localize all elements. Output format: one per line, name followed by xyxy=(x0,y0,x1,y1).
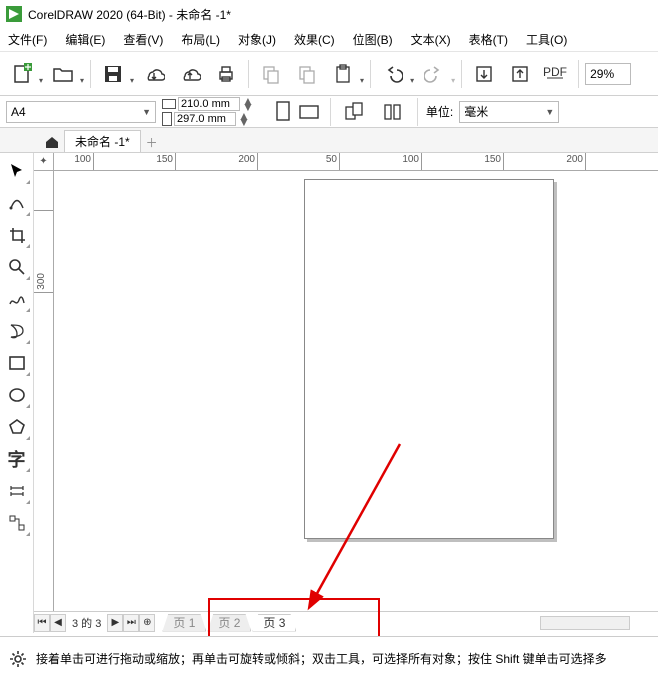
pick-tool[interactable] xyxy=(3,157,31,185)
menu-text[interactable]: 文本(X) xyxy=(411,31,451,48)
copy-button[interactable] xyxy=(255,58,287,90)
titlebar: CorelDRAW 2020 (64-Bit) - 未命名 -1* xyxy=(0,0,658,28)
open-button[interactable] xyxy=(47,58,79,90)
ruler-vertical[interactable]: 300 xyxy=(34,171,54,633)
last-page-button[interactable]: ⏭ xyxy=(123,614,139,632)
doc-tab-label: 未命名 -1* xyxy=(75,133,130,150)
zoom-combo[interactable]: 29% xyxy=(585,63,631,85)
add-doc-button[interactable]: ＋ xyxy=(141,132,163,152)
next-page-button[interactable]: ▶ xyxy=(107,614,123,632)
page-dimensions: ▲▼ ▲▼ xyxy=(162,97,254,126)
page-count: 3 的 3 xyxy=(66,615,107,631)
rectangle-tool[interactable] xyxy=(3,349,31,377)
landscape-button[interactable] xyxy=(298,103,322,121)
gear-icon[interactable] xyxy=(8,649,28,669)
toolbox: 字 xyxy=(0,153,34,633)
crop-tool[interactable] xyxy=(3,221,31,249)
import-button[interactable] xyxy=(468,58,500,90)
app-icon xyxy=(6,6,22,22)
menu-effect[interactable]: 效果(C) xyxy=(294,31,335,48)
redo-button[interactable] xyxy=(418,58,450,90)
pdf-button[interactable]: PDF xyxy=(540,58,572,90)
height-icon xyxy=(162,112,172,126)
menu-table[interactable]: 表格(T) xyxy=(469,31,508,48)
save-button[interactable] xyxy=(97,58,129,90)
chevron-down-icon[interactable]: ▾ xyxy=(80,76,84,85)
menu-bitmap[interactable]: 位图(B) xyxy=(353,31,393,48)
chevron-down-icon[interactable]: ▾ xyxy=(39,76,43,85)
connector-tool[interactable] xyxy=(3,509,31,537)
page-tab-1[interactable]: 页 1 xyxy=(162,614,206,632)
export-button[interactable] xyxy=(504,58,536,90)
shape-tool[interactable] xyxy=(3,189,31,217)
chevron-down-icon[interactable]: ▾ xyxy=(451,76,455,85)
paper-size-value: A4 xyxy=(11,105,26,119)
paper-size-combo[interactable]: A4 ▼ xyxy=(6,101,156,123)
page-navigator: ⏮ ◀ 3 的 3 ▶ ⏭ ⊕ 页 1 页 2 页 3 xyxy=(34,611,658,633)
chevron-down-icon[interactable]: ▾ xyxy=(360,76,364,85)
page-tab-2[interactable]: 页 2 xyxy=(207,614,251,632)
pages-facing-button[interactable] xyxy=(339,96,371,128)
menu-layout[interactable]: 布局(L) xyxy=(181,31,220,48)
workspace: 字 ✦ 100 150 200 50 100 150 200 300 xyxy=(0,153,658,633)
canvas[interactable]: ✦ 100 150 200 50 100 150 200 300 xyxy=(34,153,658,633)
polygon-tool[interactable] xyxy=(3,413,31,441)
cloud-down-button[interactable] xyxy=(138,58,170,90)
svg-text:PDF: PDF xyxy=(543,65,567,79)
home-icon[interactable] xyxy=(40,132,64,152)
doc-tab[interactable]: 未命名 -1* xyxy=(64,130,141,152)
menubar: 文件(F) 编辑(E) 查看(V) 布局(L) 对象(J) 效果(C) 位图(B… xyxy=(0,28,658,52)
chevron-down-icon[interactable]: ▾ xyxy=(130,76,134,85)
chevron-down-icon[interactable]: ▾ xyxy=(410,76,414,85)
parallel-dim-tool[interactable] xyxy=(3,477,31,505)
undo-button[interactable] xyxy=(377,58,409,90)
freehand-tool[interactable] xyxy=(3,285,31,313)
prev-page-button[interactable]: ◀ xyxy=(50,614,66,632)
clipboard-button[interactable] xyxy=(327,58,359,90)
paste-button[interactable] xyxy=(291,58,323,90)
pages-all-button[interactable] xyxy=(377,96,409,128)
page-height-input[interactable] xyxy=(174,112,236,126)
artistic-tool[interactable] xyxy=(3,317,31,345)
ruler-horizontal[interactable]: 100 150 200 50 100 150 200 xyxy=(54,153,658,171)
menu-tools[interactable]: 工具(O) xyxy=(526,31,567,48)
h-scrollbar[interactable] xyxy=(540,616,630,630)
status-text: 接着单击可进行拖动或缩放；再单击可旋转或倾斜；双击工具，可选择所有对象；按住 S… xyxy=(36,650,607,667)
standard-toolbar: ▾ ▾ ▾ ▾ ▾ ▾ PDF 29% xyxy=(0,52,658,96)
portrait-button[interactable] xyxy=(274,100,292,124)
page-tab-3[interactable]: 页 3 xyxy=(252,614,296,632)
page-width-input[interactable] xyxy=(178,97,240,111)
page-preview xyxy=(304,179,554,539)
text-tool[interactable]: 字 xyxy=(3,445,31,473)
first-page-button[interactable]: ⏮ xyxy=(34,614,50,632)
doc-tabbar: 未命名 -1* ＋ xyxy=(0,128,658,153)
new-button[interactable] xyxy=(6,58,38,90)
window-title: CorelDRAW 2020 (64-Bit) - 未命名 -1* xyxy=(28,6,231,23)
zoom-value: 29% xyxy=(590,67,614,81)
unit-combo[interactable]: 毫米 ▼ xyxy=(459,101,559,123)
unit-label: 单位: xyxy=(426,103,453,120)
print-button[interactable] xyxy=(210,58,242,90)
menu-file[interactable]: 文件(F) xyxy=(8,31,47,48)
width-icon xyxy=(162,99,176,109)
menu-edit[interactable]: 编辑(E) xyxy=(65,31,105,48)
cloud-up-button[interactable] xyxy=(174,58,206,90)
menu-view[interactable]: 查看(V) xyxy=(123,31,163,48)
add-page-button[interactable]: ⊕ xyxy=(139,614,155,632)
unit-value: 毫米 xyxy=(464,103,488,120)
zoom-tool[interactable] xyxy=(3,253,31,281)
ellipse-tool[interactable] xyxy=(3,381,31,409)
property-bar: A4 ▼ ▲▼ ▲▼ 单位: 毫米 ▼ xyxy=(0,96,658,128)
ruler-origin[interactable]: ✦ xyxy=(34,153,54,171)
statusbar: 接着单击可进行拖动或缩放；再单击可旋转或倾斜；双击工具，可选择所有对象；按住 S… xyxy=(0,636,658,680)
menu-object[interactable]: 对象(J) xyxy=(238,31,276,48)
